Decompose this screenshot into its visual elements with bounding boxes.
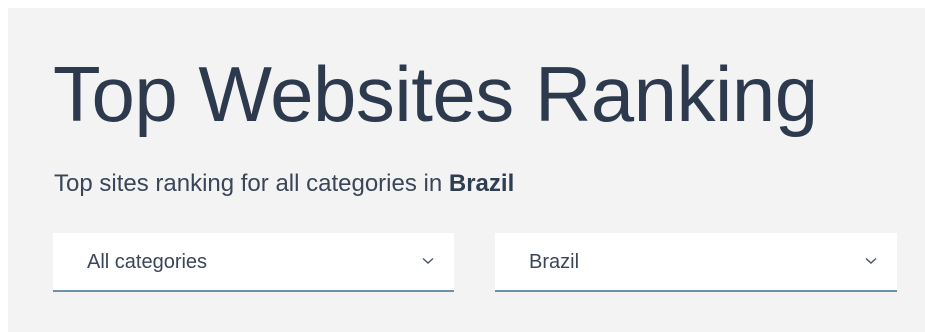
chevron-down-icon <box>865 257 877 264</box>
page-subtitle: Top sites ranking for all categories in … <box>54 168 514 200</box>
country-select[interactable]: Brazil <box>495 233 897 292</box>
ranking-header-panel: Top Websites Ranking Top sites ranking f… <box>8 8 925 332</box>
category-select-value: All categories <box>87 251 208 273</box>
subtitle-country: Brazil <box>448 170 515 197</box>
chevron-down-icon <box>422 257 434 264</box>
page-title: Top Websites Ranking <box>53 50 818 138</box>
country-select-value: Brazil <box>529 251 580 273</box>
subtitle-text: Top sites ranking for all categories in <box>54 170 443 197</box>
category-select[interactable]: All categories <box>53 233 454 292</box>
